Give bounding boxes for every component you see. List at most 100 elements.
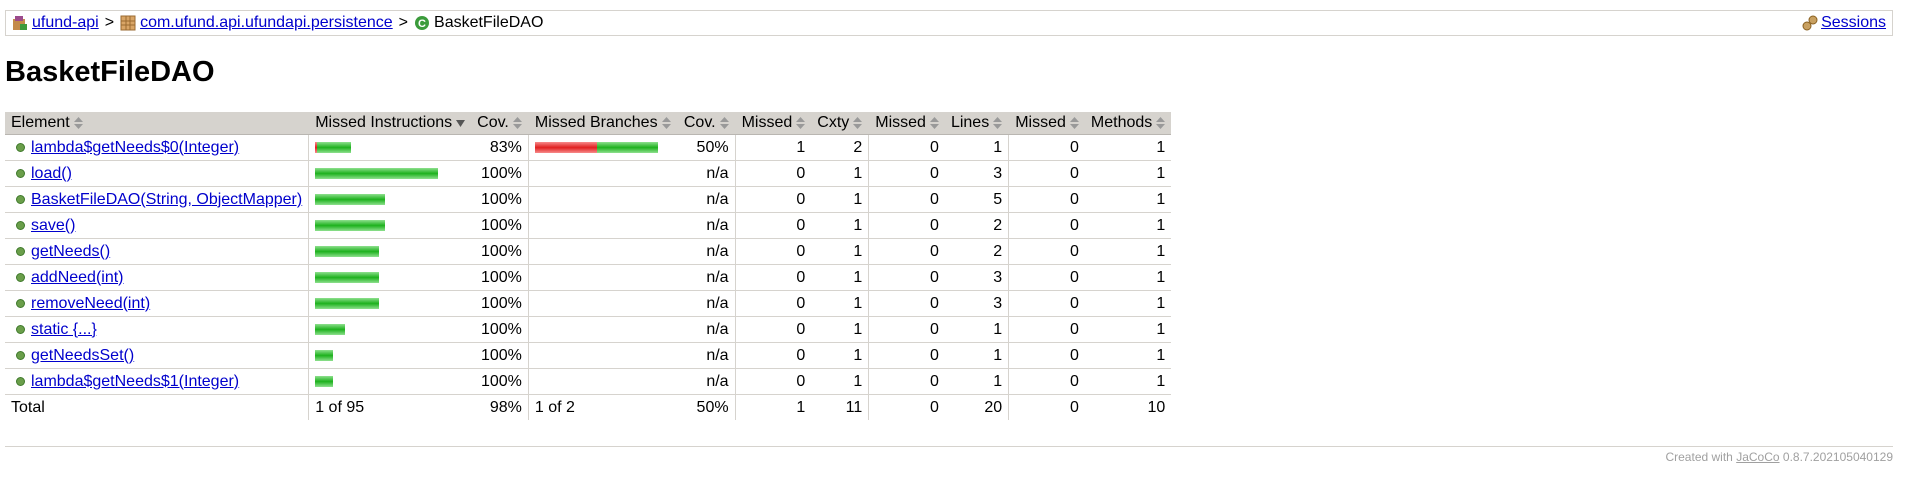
header-branch-cov[interactable]: Cov. xyxy=(676,112,736,135)
lines-missed: 0 xyxy=(868,316,945,343)
branch-coverage-bar xyxy=(535,168,671,180)
instr-cov: 100% xyxy=(471,264,529,291)
element-cell: BasketFileDAO(String, ObjectMapper) xyxy=(5,186,309,213)
breadcrumb-link-package[interactable]: com.ufund.api.ufundapi.persistence xyxy=(140,14,393,32)
cxty: 1 xyxy=(811,186,869,213)
sessions-link-wrap[interactable]: Sessions xyxy=(1802,14,1886,32)
breadcrumb-link-report[interactable]: ufund-api xyxy=(32,14,99,32)
instr-cov: 100% xyxy=(471,342,529,369)
table-row: save() 100% n/a 0 1 0 2 0 1 xyxy=(5,212,1172,239)
instr-covered-bar xyxy=(315,350,334,361)
element-cell: lambda$getNeeds$0(Integer) xyxy=(5,134,309,161)
header-missed-instructions[interactable]: Missed Instructions xyxy=(308,112,472,135)
method-link[interactable]: getNeeds() xyxy=(31,243,110,261)
method-icon xyxy=(16,247,25,256)
header-label: Cov. xyxy=(683,114,716,131)
breadcrumb-item-report[interactable]: ufund-api xyxy=(12,14,99,32)
breadcrumb-separator: > xyxy=(398,14,409,31)
lines-missed: 0 xyxy=(868,264,945,291)
method-link[interactable]: save() xyxy=(31,217,75,235)
jacoco-link[interactable]: JaCoCo xyxy=(1736,450,1779,464)
branch-bar-cell xyxy=(527,186,677,213)
header-label: Element xyxy=(11,114,70,131)
sessions-link[interactable]: Sessions xyxy=(1821,14,1886,32)
total-methods-missed: 0 xyxy=(1008,394,1085,420)
method-link[interactable]: BasketFileDAO(String, ObjectMapper) xyxy=(31,191,302,209)
cxty-missed: 0 xyxy=(734,186,812,213)
methods: 1 xyxy=(1084,212,1172,239)
sort-icon xyxy=(512,116,522,129)
methods: 1 xyxy=(1084,368,1172,395)
sort-icon xyxy=(853,116,863,129)
lines-missed: 0 xyxy=(868,134,945,161)
method-link[interactable]: lambda$getNeeds$1(Integer) xyxy=(31,373,239,391)
branch-bar-cell xyxy=(527,238,677,265)
report-icon xyxy=(13,16,27,30)
header-methods[interactable]: Methods xyxy=(1084,112,1172,135)
branch-coverage-bar xyxy=(535,246,671,258)
lines: 1 xyxy=(944,342,1009,369)
branch-coverage-bar xyxy=(535,272,671,284)
branch-cov: n/a xyxy=(676,290,736,317)
method-link[interactable]: static {...} xyxy=(31,321,97,339)
branch-bar-cell xyxy=(527,264,677,291)
branch-bar-cell xyxy=(527,290,677,317)
lines-missed: 0 xyxy=(868,290,945,317)
cxty: 1 xyxy=(811,212,869,239)
instr-bar-cell xyxy=(308,160,472,187)
header-missed-branches[interactable]: Missed Branches xyxy=(527,112,677,135)
sort-icon xyxy=(993,116,1003,129)
methods: 1 xyxy=(1084,186,1172,213)
method-link[interactable]: lambda$getNeeds$0(Integer) xyxy=(31,139,239,157)
header-element[interactable]: Element xyxy=(5,112,309,135)
instr-cov: 100% xyxy=(471,238,529,265)
cxty-missed: 1 xyxy=(734,134,812,161)
package-icon xyxy=(120,15,136,31)
sort-icon xyxy=(1069,116,1079,129)
header-lines[interactable]: Lines xyxy=(944,112,1009,135)
breadcrumb-item-package[interactable]: com.ufund.api.ufundapi.persistence xyxy=(120,14,393,32)
method-link[interactable]: getNeedsSet() xyxy=(31,347,134,365)
element-cell: static {...} xyxy=(5,316,309,343)
total-cxty: 11 xyxy=(845,398,863,416)
instr-bar-cell xyxy=(308,238,472,265)
instr-cov: 100% xyxy=(471,186,529,213)
methods-missed: 0 xyxy=(1008,368,1085,395)
cxty: 1 xyxy=(811,316,869,343)
method-link[interactable]: addNeed(int) xyxy=(31,269,124,287)
method-icon xyxy=(16,169,25,178)
cxty: 1 xyxy=(811,290,869,317)
branch-cov: n/a xyxy=(676,316,736,343)
header-label: Methods xyxy=(1090,114,1153,131)
cxty-missed: 0 xyxy=(734,264,812,291)
method-icon xyxy=(16,273,25,282)
method-link[interactable]: removeNeed(int) xyxy=(31,295,150,313)
instr-coverage-bar xyxy=(315,168,465,180)
header-cxty[interactable]: Cxty xyxy=(811,112,869,135)
header-cxty-missed[interactable]: Missed xyxy=(734,112,812,135)
instr-coverage-bar xyxy=(315,376,465,388)
branch-coverage-bar xyxy=(535,220,671,232)
header-methods-missed[interactable]: Missed xyxy=(1008,112,1085,135)
header-label: Cov. xyxy=(477,114,509,131)
sort-icon xyxy=(796,116,806,129)
instr-bar-cell xyxy=(308,316,472,343)
header-instr-cov[interactable]: Cov. xyxy=(471,112,529,135)
instr-bar-cell xyxy=(308,264,472,291)
lines-missed: 0 xyxy=(868,342,945,369)
instr-coverage-bar xyxy=(315,246,465,258)
method-link[interactable]: load() xyxy=(31,165,72,183)
header-lines-missed[interactable]: Missed xyxy=(868,112,945,135)
sort-icon xyxy=(661,116,671,129)
methods: 1 xyxy=(1084,238,1172,265)
methods-missed: 0 xyxy=(1008,342,1085,369)
instr-covered-bar xyxy=(315,272,380,283)
table-row: getNeeds() 100% n/a 0 1 0 2 0 1 xyxy=(5,238,1172,265)
methods-missed: 0 xyxy=(1008,160,1085,187)
method-icon xyxy=(16,377,25,386)
methods: 1 xyxy=(1084,134,1172,161)
table-body: lambda$getNeeds$0(Integer) 83% 50% 1 2 0 1 0 1 lo… xyxy=(5,134,1172,395)
instr-bar-cell xyxy=(308,342,472,369)
method-icon xyxy=(16,299,25,308)
instr-covered-bar xyxy=(315,298,380,309)
